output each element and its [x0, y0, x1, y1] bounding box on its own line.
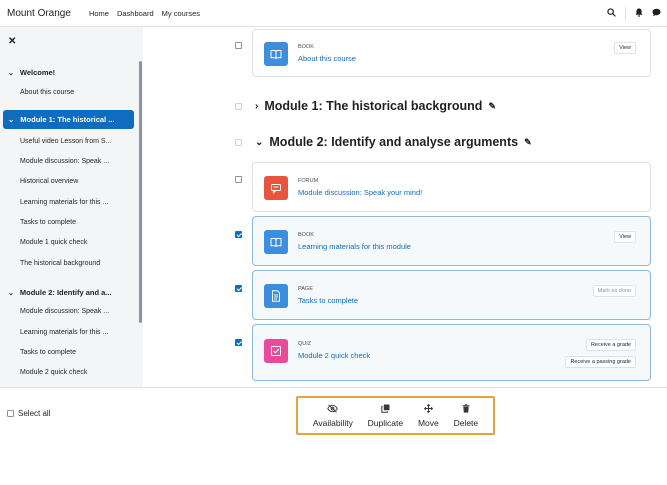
chevron-right-icon[interactable]: › — [255, 101, 258, 112]
trash-icon — [462, 403, 470, 415]
activity-type: PAGE — [298, 286, 313, 292]
close-drawer-icon[interactable]: ✕ — [8, 36, 16, 47]
edit-pencil-icon[interactable]: ✎ — [488, 101, 496, 112]
drawer-section-module-1[interactable]: ⌄ Module 1: The historical ... — [3, 110, 134, 129]
activity-checkbox[interactable] — [235, 42, 242, 49]
select-all-label: Select all — [18, 409, 51, 418]
book-icon — [264, 230, 288, 254]
bell-icon[interactable] — [635, 8, 643, 19]
drawer-item[interactable]: Module discussion: Speak ... — [20, 158, 109, 165]
action-label: Duplicate — [367, 417, 404, 428]
activity-type: BOOK — [298, 44, 314, 50]
chevron-down-icon: ⌄ — [8, 289, 14, 297]
forum-icon — [264, 176, 288, 200]
completion-badge: Receive a passing grade — [565, 356, 636, 368]
copy-icon — [381, 404, 390, 415]
drawer-item[interactable]: Module 2 quick check — [20, 369, 87, 376]
nav-my-courses[interactable]: My courses — [162, 9, 200, 18]
drawer-item[interactable]: Historical overview — [20, 178, 78, 185]
navbar-tools — [607, 0, 661, 27]
activity-name[interactable]: Tasks to complete — [298, 296, 358, 305]
activity-name[interactable]: Module discussion: Speak your mind! — [298, 188, 422, 197]
drawer-section-label: Module 2: Identify and a... — [19, 288, 112, 297]
course-index-drawer: ✕ ⌄ Welcome! About this course ⌄ Module … — [0, 27, 143, 387]
navbar-divider — [625, 6, 626, 21]
completion-badge: Receive a grade — [585, 339, 636, 351]
section-title: Module 2: Identify and analyse arguments — [269, 135, 519, 149]
activity-card-selected[interactable]: PAGE Tasks to complete Mark as done — [252, 270, 651, 320]
activity-card[interactable]: BOOK About this course View — [252, 29, 651, 77]
eye-slash-icon — [327, 403, 339, 415]
drawer-item[interactable]: Useful video Lesson from S... — [20, 138, 111, 145]
nav-dashboard[interactable]: Dashboard — [117, 9, 154, 18]
activity-checkbox-checked[interactable] — [235, 231, 242, 238]
drawer-item[interactable]: Learning materials for this ... — [20, 199, 108, 206]
move-icon — [423, 403, 433, 415]
top-navbar: Mount Orange Home Dashboard My courses — [0, 0, 667, 27]
course-content: BOOK About this course View › Module 1: … — [143, 27, 667, 387]
page-icon — [264, 284, 288, 308]
section-header-module-1[interactable]: › Module 1: The historical background ✎ — [255, 99, 496, 113]
checkbox-box[interactable] — [7, 410, 14, 417]
activity-card[interactable]: FORUM Module discussion: Speak your mind… — [252, 162, 651, 212]
move-button[interactable]: Move — [417, 403, 439, 428]
activity-checkbox-checked[interactable] — [235, 285, 242, 292]
mark-as-done-button[interactable]: Mark as done — [592, 285, 636, 297]
drawer-item[interactable]: Module discussion: Speak ... — [20, 308, 109, 315]
drawer-item[interactable]: Module 1 quick check — [20, 239, 87, 246]
activity-card-selected[interactable]: BOOK Learning materials for this module … — [252, 216, 651, 266]
activity-checkbox-checked[interactable] — [235, 339, 242, 346]
action-label: Delete — [453, 417, 479, 428]
section-checkbox[interactable] — [235, 139, 242, 146]
drawer-item[interactable]: Tasks to complete — [20, 349, 76, 356]
book-icon — [264, 42, 288, 66]
chat-icon[interactable] — [652, 8, 661, 19]
activity-type: QUIZ — [298, 341, 312, 347]
drawer-item[interactable]: The historical background — [20, 260, 100, 267]
nav-home[interactable]: Home — [89, 9, 109, 18]
search-icon[interactable] — [607, 8, 616, 19]
activity-name[interactable]: Module 2 quick check — [298, 351, 370, 360]
section-title: Module 1: The historical background — [264, 99, 483, 113]
view-badge: View — [614, 231, 636, 243]
select-all-checkbox[interactable]: Select all — [7, 409, 50, 418]
view-badge: View — [614, 42, 636, 54]
action-label: Move — [417, 417, 439, 428]
quiz-icon — [264, 339, 288, 363]
section-header-module-2[interactable]: ⌄ Module 2: Identify and analyse argumen… — [255, 135, 532, 149]
edit-pencil-icon[interactable]: ✎ — [524, 137, 532, 148]
drawer-section-welcome[interactable]: ⌄ Welcome! — [8, 68, 55, 77]
bulk-edit-toolbar: Select all Availability Duplicate Move D… — [0, 387, 667, 485]
chevron-down-icon: ⌄ — [8, 69, 14, 77]
activity-name[interactable]: About this course — [298, 54, 356, 63]
drawer-item[interactable]: Tasks to complete — [20, 219, 76, 226]
availability-button[interactable]: Availability — [312, 403, 353, 428]
drawer-item[interactable]: About this course — [20, 89, 74, 96]
section-checkbox[interactable] — [235, 103, 242, 110]
drawer-section-module-2[interactable]: ⌄ Module 2: Identify and a... — [8, 288, 112, 297]
drawer-item[interactable]: Learning materials for this ... — [20, 329, 108, 336]
drawer-section-label: Welcome! — [19, 68, 56, 77]
chevron-down-icon[interactable]: ⌄ — [255, 137, 263, 148]
activity-name[interactable]: Learning materials for this module — [298, 242, 411, 251]
chevron-down-icon: ⌄ — [8, 115, 15, 124]
action-label: Availability — [312, 417, 353, 428]
drawer-section-label: Module 1: The historical ... — [20, 115, 115, 124]
bulk-actions-group: Availability Duplicate Move Delete — [296, 396, 495, 435]
activity-card-selected[interactable]: QUIZ Module 2 quick check Receive a grad… — [252, 324, 651, 381]
activity-type: FORUM — [298, 178, 319, 184]
activity-checkbox[interactable] — [235, 176, 242, 183]
site-brand[interactable]: Mount Orange — [7, 8, 71, 19]
drawer-scrollbar[interactable] — [139, 61, 142, 323]
delete-button[interactable]: Delete — [453, 403, 479, 428]
duplicate-button[interactable]: Duplicate — [368, 404, 403, 428]
activity-type: BOOK — [298, 232, 314, 238]
